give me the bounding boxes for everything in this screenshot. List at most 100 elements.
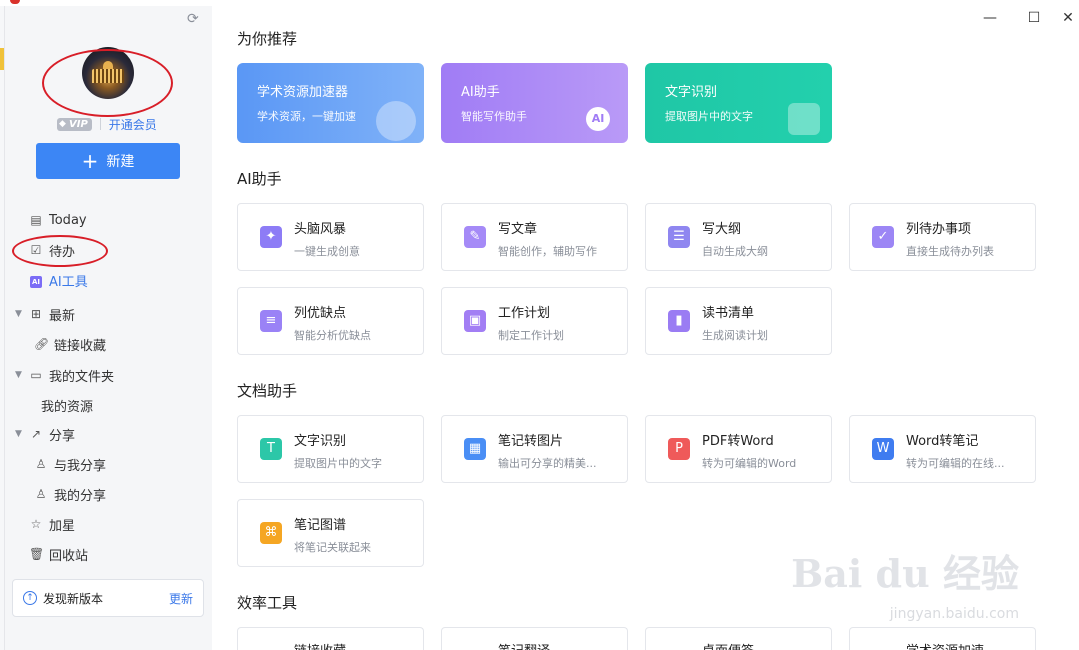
section-title-ai: AI助手 bbox=[237, 170, 282, 188]
tool-title: 写文章 bbox=[498, 222, 538, 237]
tool-title: 桌面便签 bbox=[702, 640, 754, 650]
divider bbox=[99, 118, 101, 130]
caret-down-icon[interactable]: ▼ bbox=[15, 309, 22, 319]
sidebar-item-shared-with-me[interactable]: ♙ 与我分享 bbox=[34, 453, 106, 475]
sidebar-item-label: 我的文件夹 bbox=[49, 369, 115, 385]
tool-title: 学术资源加速 bbox=[906, 640, 984, 650]
tool-card-note-graph[interactable]: ⌘ 笔记图谱 将笔记关联起来 bbox=[237, 499, 424, 567]
sidebar-item-share[interactable]: ▼ ↗ 分享 bbox=[15, 423, 75, 445]
tool-subtitle: 一键生成创意 bbox=[294, 245, 360, 258]
sidebar-item-label: AI工具 bbox=[49, 274, 88, 290]
share-icon: ↗ bbox=[30, 427, 42, 441]
refresh-icon[interactable]: ⟳ bbox=[187, 12, 201, 26]
sidebar-item-label: 与我分享 bbox=[54, 458, 107, 474]
tool-card-academic-accel[interactable]: 学术资源加速 bbox=[849, 627, 1036, 650]
recommend-card-ai[interactable]: AI助手 智能写作助手 AI bbox=[441, 63, 628, 143]
arrow-up-icon: ↑ bbox=[23, 591, 37, 605]
sidebar-item-my-folders[interactable]: ▼ ▭ 我的文件夹 bbox=[15, 364, 115, 386]
tool-card-link-collect[interactable]: 链接收藏 bbox=[237, 627, 424, 650]
pdf-icon: P bbox=[668, 438, 690, 460]
tool-subtitle: 输出可分享的精美... bbox=[498, 457, 597, 470]
tool-subtitle: 生成阅读计划 bbox=[702, 329, 768, 342]
tool-card-note-to-image[interactable]: ▦ 笔记转图片 输出可分享的精美... bbox=[441, 415, 628, 483]
ai-icon: AI bbox=[586, 107, 610, 131]
sidebar-item-starred[interactable]: ☆ 加星 bbox=[29, 513, 75, 535]
sidebar-item-recent[interactable]: ▼ ⊞ 最新 bbox=[15, 303, 75, 325]
tool-title: 头脑风暴 bbox=[294, 222, 347, 237]
tool-card-pdf-to-word[interactable]: P PDF转Word 转为可编辑的Word bbox=[645, 415, 832, 483]
tool-card-pros-cons[interactable]: ≡ 列优缺点 智能分析优缺点 bbox=[237, 287, 424, 355]
tool-card-word-to-note[interactable]: W Word转笔记 转为可编辑的在线... bbox=[849, 415, 1036, 483]
tool-card-brainstorm[interactable]: ✦ 头脑风暴 一键生成创意 bbox=[237, 203, 424, 271]
close-icon[interactable]: ✕ bbox=[1058, 8, 1078, 28]
open-vip-link[interactable]: 开通会员 bbox=[109, 116, 157, 133]
update-button[interactable]: 更新 bbox=[169, 590, 193, 607]
tool-subtitle: 转为可编辑的在线... bbox=[906, 457, 1005, 470]
sidebar-item-ai-tools[interactable]: AI AI工具 bbox=[29, 269, 88, 291]
sidebar-item-label: 回收站 bbox=[49, 548, 89, 564]
minimize-icon[interactable]: — bbox=[980, 8, 1000, 28]
tool-card-outline[interactable]: ☰ 写大纲 自动生成大纲 bbox=[645, 203, 832, 271]
sidebar-item-today[interactable]: ▤ Today bbox=[29, 209, 86, 231]
recommend-card-academic[interactable]: 学术资源加速器 学术资源，一键加速 bbox=[237, 63, 424, 143]
card-title: 学术资源加速器 bbox=[257, 85, 349, 100]
tool-title: 笔记图谱 bbox=[294, 518, 347, 533]
section-title-recommend: 为你推荐 bbox=[237, 30, 298, 48]
image-text-icon bbox=[788, 103, 820, 135]
recommend-card-ocr[interactable]: 文字识别 提取图片中的文字 bbox=[645, 63, 832, 143]
sidebar-item-trash[interactable]: 🗑︎ 回收站 bbox=[29, 543, 88, 565]
tool-title: 读书清单 bbox=[702, 306, 755, 321]
tool-subtitle: 提取图片中的文字 bbox=[294, 457, 382, 470]
section-title-doc: 文档助手 bbox=[237, 382, 298, 400]
tool-subtitle: 转为可编辑的Word bbox=[702, 457, 797, 470]
note-image-icon: ▦ bbox=[464, 438, 486, 460]
annotation-circle-todo bbox=[12, 235, 108, 267]
watermark-url: jingyan.baidu.com bbox=[889, 606, 1019, 622]
tool-card-todo-list[interactable]: ✓ 列待办事项 直接生成待办列表 bbox=[849, 203, 1036, 271]
caret-down-icon[interactable]: ▼ bbox=[15, 370, 22, 380]
sidebar-item-label: 我的分享 bbox=[54, 488, 107, 504]
section-title-efficiency: 效率工具 bbox=[237, 594, 298, 612]
sidebar-item-link-collect[interactable]: 🔗︎ 链接收藏 bbox=[34, 333, 106, 355]
maximize-icon[interactable]: ☐ bbox=[1024, 8, 1044, 28]
annotation-circle-avatar bbox=[42, 49, 173, 117]
watermark-logo: Bai du 经验 bbox=[791, 551, 1019, 596]
sidebar-item-label: 加星 bbox=[49, 518, 76, 534]
tool-card-desktop-sticky[interactable]: 桌面便签 bbox=[645, 627, 832, 650]
new-button[interactable]: + 新建 bbox=[36, 143, 180, 179]
briefcase-icon: ▣ bbox=[464, 310, 486, 332]
grid-icon: ⊞ bbox=[30, 307, 42, 321]
tool-card-write-article[interactable]: ✎ 写文章 智能创作，辅助写作 bbox=[441, 203, 628, 271]
sidebar-item-my-shares[interactable]: ♙ 我的分享 bbox=[34, 483, 106, 505]
vip-badge: VIP bbox=[57, 117, 92, 131]
tool-title: 链接收藏 bbox=[294, 640, 346, 650]
sidebar-item-my-resources[interactable]: 我的资源 bbox=[41, 394, 93, 416]
word-icon: W bbox=[872, 438, 894, 460]
tool-subtitle: 智能分析优缺点 bbox=[294, 329, 371, 342]
tool-subtitle: 将笔记关联起来 bbox=[294, 541, 371, 554]
tool-subtitle: 自动生成大纲 bbox=[702, 245, 768, 258]
main-content: — ☐ ✕ 为你推荐 学术资源加速器 学术资源，一键加速 AI助手 智能写作助手… bbox=[212, 0, 1079, 650]
tool-card-reading-list[interactable]: ▮ 读书清单 生成阅读计划 bbox=[645, 287, 832, 355]
link-icon: 🔗︎ bbox=[34, 337, 50, 351]
new-version-banner: ↑ 发现新版本 更新 bbox=[12, 579, 204, 617]
ai-icon: AI bbox=[30, 276, 42, 288]
caret-down-icon[interactable]: ▼ bbox=[15, 429, 22, 439]
star-icon: ☆ bbox=[30, 517, 42, 531]
new-version-label: 发现新版本 bbox=[43, 591, 104, 606]
tool-card-work-plan[interactable]: ▣ 工作计划 制定工作计划 bbox=[441, 287, 628, 355]
sidebar-item-label: 我的资源 bbox=[41, 399, 94, 415]
image-text-icon: T bbox=[260, 438, 282, 460]
tool-title: 列优缺点 bbox=[294, 306, 347, 321]
tool-subtitle: 制定工作计划 bbox=[498, 329, 564, 342]
calendar-icon: ▤ bbox=[30, 213, 42, 227]
outline-icon: ☰ bbox=[668, 226, 690, 248]
trash-icon: 🗑︎ bbox=[29, 547, 45, 561]
tool-card-note-translate[interactable]: 笔记翻译 bbox=[441, 627, 628, 650]
tool-title: 笔记翻译 bbox=[498, 640, 550, 650]
tool-subtitle: 直接生成待办列表 bbox=[906, 245, 994, 258]
sidebar: ⟳ VIP 开通会员 + 新建 ▤ Today ☑ 待办 AI AI工具 ▼ ⊞… bbox=[5, 6, 212, 650]
tool-card-ocr[interactable]: T 文字识别 提取图片中的文字 bbox=[237, 415, 424, 483]
tool-title: 写大纲 bbox=[702, 222, 742, 237]
folder-icon: ▭ bbox=[30, 368, 42, 382]
